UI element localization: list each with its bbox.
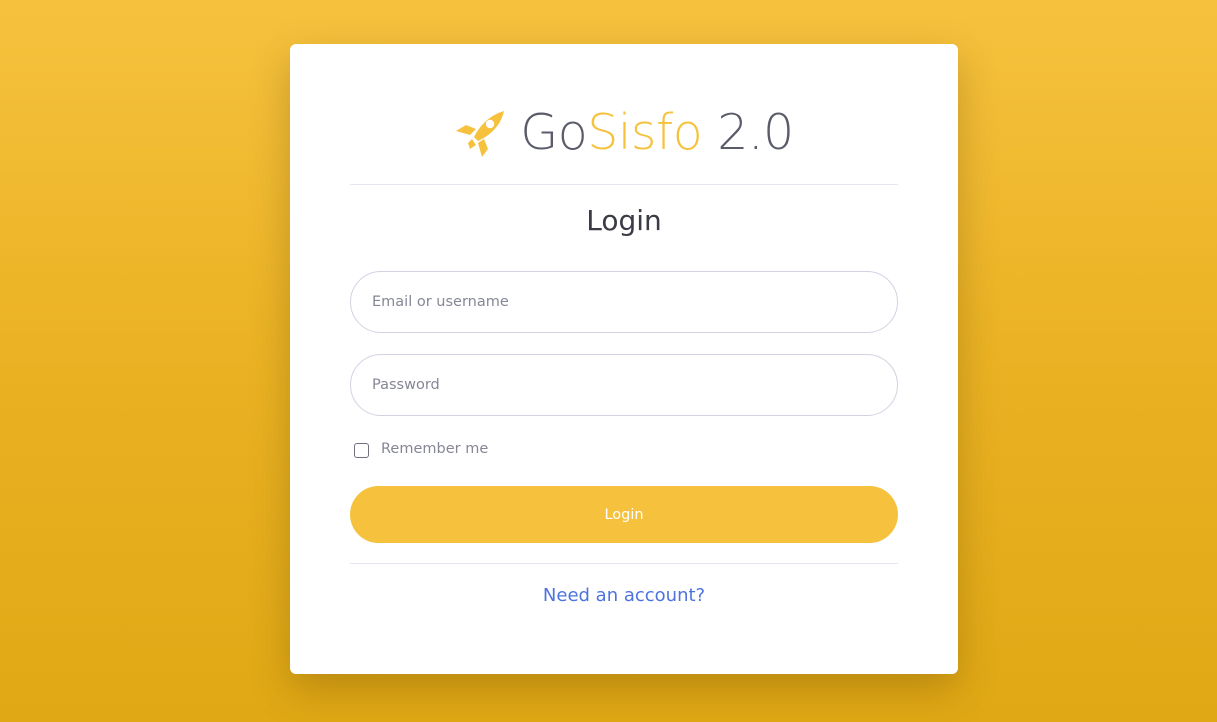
rocket-icon [454,105,508,159]
register-link[interactable]: Need an account? [290,585,958,606]
brand-name: GoSisfo 2.0 [520,103,794,161]
login-card: GoSisfo 2.0 Login Remember me Login Need… [290,44,958,674]
remember-me-control[interactable]: Remember me [354,437,488,461]
remember-me-checkbox[interactable] [354,443,369,458]
login-button[interactable]: Login [350,486,898,543]
brand-name-accent: Sisfo [587,103,703,161]
password-input[interactable] [350,354,898,416]
top-divider [350,184,898,185]
brand-logo: GoSisfo 2.0 [290,100,958,164]
brand-name-part1: Go [520,103,588,161]
brand-version: 2.0 [702,103,794,161]
remember-me-label: Remember me [381,441,489,457]
page-title: Login [586,204,662,237]
bottom-divider [350,563,898,564]
email-input[interactable] [350,271,898,333]
